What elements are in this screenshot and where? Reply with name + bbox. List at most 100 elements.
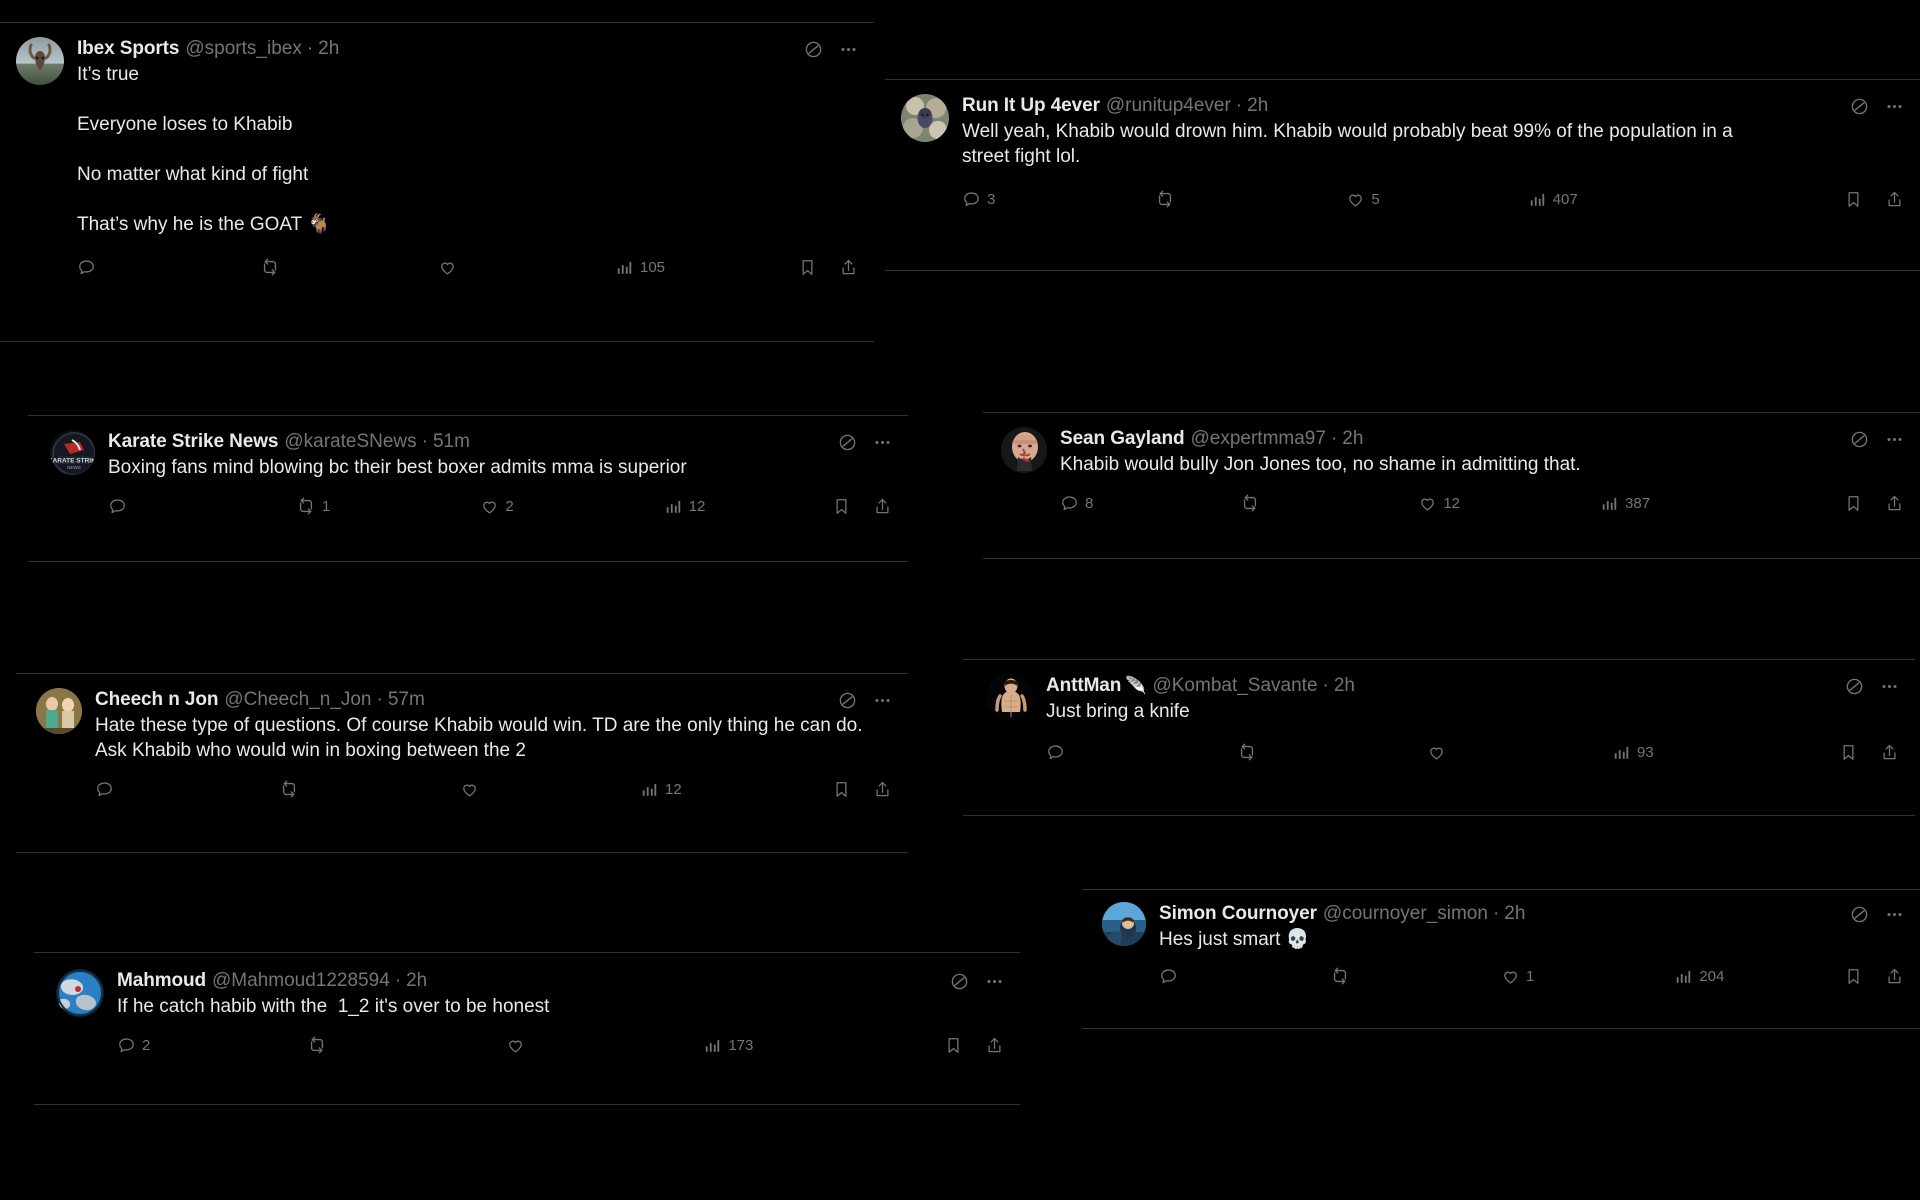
repost-button[interactable] [1240,493,1266,513]
repost-button[interactable]: 1 [296,496,330,516]
views-button[interactable]: 12 [664,497,705,516]
display-name[interactable]: Ibex Sports [77,37,179,61]
reply-button[interactable] [95,780,120,799]
tweet-card-sean-gayland[interactable]: Sean Gayland @expertmma97 · 2h Khabib wo… [983,412,1920,559]
timestamp[interactable]: 57m [388,688,425,712]
more-horizontal-icon[interactable] [839,40,858,59]
bookmark-button[interactable] [1844,190,1863,209]
views-button[interactable]: 407 [1528,190,1578,209]
display-name[interactable]: Mahmoud [117,969,206,993]
reply-button[interactable] [108,497,133,516]
tweet-card-run-it-up-4ever[interactable]: Run It Up 4ever @runitup4ever · 2h Well … [885,79,1920,271]
repost-button[interactable] [279,779,305,799]
display-name[interactable]: Simon Cournoyer [1159,902,1317,926]
timestamp[interactable]: 2h [1334,674,1355,698]
tweet-card-simon-cournoyer[interactable]: Simon Cournoyer @cournoyer_simon · 2h He… [1082,889,1920,1029]
bookmark-button[interactable] [1844,494,1863,513]
repost-button[interactable] [260,257,286,277]
reply-button[interactable]: 3 [962,190,995,209]
handle[interactable]: @sports_ibex [185,37,301,61]
share-button[interactable] [1885,190,1904,209]
bookmark-button[interactable] [832,497,851,516]
share-button[interactable] [873,780,892,799]
grok-icon[interactable] [1845,677,1864,696]
more-horizontal-icon[interactable] [1885,430,1904,449]
avatar[interactable] [36,688,82,734]
handle[interactable]: @karateSNews [284,430,416,454]
reply-button[interactable]: 8 [1060,494,1093,513]
grok-icon[interactable] [1850,430,1869,449]
avatar[interactable] [1102,902,1146,946]
tweet-card-karate-strike-news[interactable]: KARATE STRIKE NEWS Karate Strike News @k… [28,415,908,562]
handle[interactable]: @Cheech_n_Jon [224,688,371,712]
timestamp[interactable]: 51m [433,430,470,454]
share-button[interactable] [1885,967,1904,986]
like-button[interactable]: 2 [480,497,514,516]
display-name[interactable]: Karate Strike News [108,430,278,454]
grok-icon[interactable] [950,972,969,991]
handle[interactable]: @Mahmoud1228594 [212,969,390,993]
more-horizontal-icon[interactable] [985,972,1004,991]
more-horizontal-icon[interactable] [1880,677,1899,696]
views-button[interactable]: 12 [640,780,682,799]
display-name[interactable]: Run It Up 4ever [962,94,1100,118]
handle[interactable]: @cournoyer_simon [1323,902,1488,926]
tweet-card-anttman[interactable]: AnttMan 🪶 @Kombat_Savante · 2h Just brin… [963,659,1915,816]
like-button[interactable]: 12 [1418,494,1460,513]
share-button[interactable] [1880,743,1899,762]
grok-icon[interactable] [1850,905,1869,924]
avatar[interactable] [16,37,64,85]
handle[interactable]: @expertmma97 [1190,427,1325,451]
views-button[interactable]: 173 [703,1036,753,1055]
handle[interactable]: @Kombat_Savante [1152,674,1317,698]
grok-icon[interactable] [1850,97,1869,116]
timestamp[interactable]: 2h [318,37,339,61]
timestamp[interactable]: 2h [1504,902,1525,926]
reply-button[interactable] [1159,967,1184,986]
like-button[interactable] [460,780,485,799]
reply-button[interactable]: 2 [117,1036,150,1055]
tweet-card-cheech-n-jon[interactable]: Cheech n Jon @Cheech_n_Jon · 57m Hate th… [16,673,908,853]
views-button[interactable]: 204 [1674,967,1724,986]
display-name[interactable]: Sean Gayland [1060,427,1185,451]
like-button[interactable]: 5 [1346,190,1380,209]
bookmark-button[interactable] [944,1036,963,1055]
grok-icon[interactable] [804,40,823,59]
timestamp[interactable]: 2h [406,969,427,993]
timestamp[interactable]: 2h [1247,94,1268,118]
avatar[interactable] [56,969,104,1017]
tweet-card-ibex-sports[interactable]: Ibex Sports @sports_ibex · 2h It’s true … [0,22,874,342]
timestamp[interactable]: 2h [1342,427,1363,451]
handle[interactable]: @runitup4ever [1106,94,1231,118]
share-button[interactable] [839,258,858,277]
repost-button[interactable] [307,1035,333,1055]
repost-button[interactable] [1237,742,1263,762]
like-button[interactable] [506,1036,531,1055]
avatar[interactable] [1001,427,1047,473]
share-button[interactable] [873,497,892,516]
more-horizontal-icon[interactable] [1885,97,1904,116]
share-button[interactable] [1885,494,1904,513]
tweet-card-mahmoud[interactable]: Mahmoud @Mahmoud1228594 · 2h If he catch… [34,952,1020,1105]
more-horizontal-icon[interactable] [873,433,892,452]
bookmark-button[interactable] [1839,743,1858,762]
like-button[interactable] [438,258,463,277]
avatar[interactable] [901,94,949,142]
repost-button[interactable] [1155,189,1181,209]
like-button[interactable]: 1 [1501,967,1534,986]
avatar[interactable]: KARATE STRIKE NEWS [50,430,95,475]
bookmark-button[interactable] [1844,967,1863,986]
grok-icon[interactable] [838,691,857,710]
grok-icon[interactable] [838,433,857,452]
display-name[interactable]: AnttMan [1046,674,1121,698]
repost-button[interactable] [1330,966,1356,986]
views-button[interactable]: 387 [1600,494,1650,513]
views-button[interactable]: 93 [1612,743,1654,762]
views-button[interactable]: 105 [615,258,665,277]
share-button[interactable] [985,1036,1004,1055]
more-horizontal-icon[interactable] [1885,905,1904,924]
bookmark-button[interactable] [798,258,817,277]
bookmark-button[interactable] [832,780,851,799]
reply-button[interactable] [77,258,102,277]
reply-button[interactable] [1046,743,1071,762]
